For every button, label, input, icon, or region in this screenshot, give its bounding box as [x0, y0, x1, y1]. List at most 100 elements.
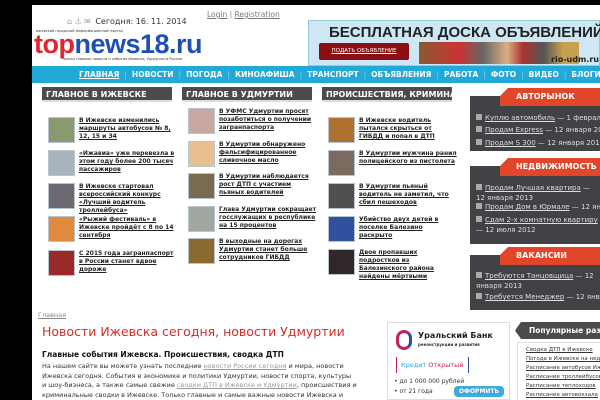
- news-item[interactable]: Убийство двух детей в поселке Балезино р…: [328, 216, 456, 246]
- popular-link[interactable]: Расписание автовокзала: [526, 392, 598, 398]
- news-item[interactable]: В УФМС Удмуртии просят позаботиться о по…: [188, 108, 316, 138]
- news-thumbnail[interactable]: [48, 250, 75, 276]
- news-thumbnail[interactable]: [188, 238, 215, 264]
- page-title: Новости Ижевска сегодня, новости Удмурти…: [42, 324, 345, 339]
- dtp-link[interactable]: сводки ДТП в Ижевске и Удмуртии: [177, 381, 297, 389]
- russia-news-link[interactable]: новости России сегодня: [204, 362, 287, 370]
- news-thumbnail[interactable]: [328, 150, 355, 176]
- popular-link[interactable]: Расписание автобусов Ижевска: [526, 365, 600, 371]
- classifieds-banner[interactable]: БЕСПЛАТНАЯ ДОСКА ОБЪЯВЛЕНИЙ ПОДАТЬ ОБЪЯВ…: [308, 20, 600, 66]
- news-item[interactable]: Глава Удмуртии сокращает госслужащих в р…: [188, 206, 316, 236]
- popular-link[interactable]: Сводка ДТП в Ижевске: [526, 347, 593, 353]
- nav-item[interactable]: БЛОГИ: [566, 70, 600, 79]
- credit-label: Кредит: [401, 361, 429, 369]
- section-header: ГЛАВНОЕ В УДМУРТИИ: [182, 87, 312, 102]
- news-item[interactable]: В Ижевске водитель пытался скрыться от Г…: [328, 117, 456, 147]
- apply-button[interactable]: ОФОРМИТЬ: [454, 386, 504, 397]
- home-icon[interactable]: ⌂: [67, 17, 72, 26]
- classified-link[interactable]: Требуется Менеджер: [485, 293, 564, 301]
- news-thumbnail[interactable]: [48, 183, 75, 209]
- news-thumbnail[interactable]: [188, 173, 215, 199]
- bank-ad[interactable]: Уральский Банк реконструкции и развития …: [387, 322, 510, 400]
- nav-item[interactable]: ОБЪЯВЛЕНИЯ: [366, 70, 436, 79]
- news-item[interactable]: «Рыжий фестиваль» в Ижевске пройдёт с 8 …: [48, 216, 176, 246]
- bank-name: Уральский Банк: [418, 331, 493, 340]
- news-link[interactable]: В Удмуртии обнаружено фальсифицированное…: [219, 141, 317, 165]
- classifieds-tab[interactable]: НЕДВИЖИМОСТЬ: [500, 158, 600, 176]
- news-link[interactable]: В Ижевске водитель пытался скрыться от Г…: [359, 117, 457, 141]
- news-link[interactable]: В Удмуртии мужчина ранил полицейского из…: [359, 150, 457, 166]
- login-link[interactable]: Login: [207, 10, 227, 19]
- classified-link[interactable]: Сдам 2-х комнатную квартиру: [485, 216, 598, 224]
- popular-header: Популярные разделы: [515, 322, 600, 339]
- news-thumbnail[interactable]: [328, 216, 355, 242]
- classified-link[interactable]: Продам Express: [485, 126, 543, 134]
- news-item[interactable]: С 2015 года загранпаспорт в России стане…: [48, 250, 176, 280]
- news-item[interactable]: «Ижавиа» уже перевезла в этом году более…: [48, 150, 176, 180]
- news-link[interactable]: В Удмуртии пьяный водитель не заметил, ч…: [359, 183, 457, 207]
- popular-link[interactable]: Расписание троллейбусов: [526, 374, 600, 380]
- popular-link[interactable]: Погода в Ижевске на неделю: [526, 356, 600, 362]
- classified-date: — 12 января 2013: [535, 139, 600, 147]
- logo-tagline-bottom: только главные новости и события Ижевска…: [62, 57, 182, 61]
- news-thumbnail[interactable]: [48, 117, 75, 143]
- news-link[interactable]: В УФМС Удмуртии просят позаботиться о по…: [219, 108, 317, 132]
- news-thumbnail[interactable]: [188, 108, 215, 134]
- news-link[interactable]: С 2015 года загранпаспорт в России стане…: [79, 250, 177, 274]
- ad-bullet: • до 1 000 000 рублей: [394, 378, 465, 385]
- classified-date: — 12 июля 2012: [476, 226, 536, 234]
- nav-item[interactable]: ГЛАВНАЯ: [74, 70, 124, 79]
- sitemap-icon[interactable]: ⏃: [74, 17, 82, 26]
- news-item[interactable]: В Удмуртии обнаружено фальсифицированное…: [188, 141, 316, 171]
- registration-link[interactable]: Registration: [235, 10, 280, 19]
- mail-icon[interactable]: ✉: [84, 17, 91, 26]
- nav-item[interactable]: ТРАНСПОРТ: [302, 70, 363, 79]
- news-item[interactable]: В Удмуртии мужчина ранил полицейского из…: [328, 150, 457, 180]
- news-item[interactable]: Двое пропавших подростков из Балезинског…: [328, 249, 457, 281]
- news-thumbnail[interactable]: [48, 216, 75, 242]
- page: ⌂ ⏃ ✉ Сегодня: 16. 11. 2014 Login | Regist…: [32, 5, 600, 400]
- news-link[interactable]: Глава Удмуртии сокращает госслужащих в р…: [219, 206, 317, 230]
- nav-item[interactable]: КИНОАФИША: [230, 70, 300, 79]
- classifieds-tab[interactable]: АВТОРЫНОК: [500, 88, 600, 106]
- news-thumbnail[interactable]: [328, 249, 355, 275]
- classifieds-tab[interactable]: ВАКАНСИИ: [500, 247, 600, 265]
- breadcrumb[interactable]: Главная: [38, 311, 66, 319]
- classified-date: — 12 января 2013: [545, 126, 600, 134]
- classified-link[interactable]: Продам S 300: [485, 139, 536, 147]
- news-thumbnail[interactable]: [328, 183, 355, 209]
- news-link[interactable]: Убийство двух детей в поселке Балезино р…: [359, 216, 457, 240]
- nav-item[interactable]: НОВОСТИ: [127, 70, 179, 79]
- nav-item[interactable]: РАБОТА: [439, 70, 483, 79]
- classified-link[interactable]: Продам Дом в Юрмале: [485, 203, 570, 211]
- news-link[interactable]: «Ижавиа» уже перевезла в этом году более…: [79, 150, 177, 174]
- main-nav: ГЛАВНАЯ | НОВОСТИ | ПОГОДА | КИНОАФИША | ТРАНСПО…: [32, 66, 600, 83]
- news-thumbnail[interactable]: [188, 141, 215, 167]
- bank-logo-icon: [396, 330, 412, 350]
- classified-link[interactable]: Продам Лучшая квартира: [485, 184, 581, 192]
- news-thumbnail[interactable]: [48, 150, 75, 176]
- popular-link[interactable]: Расписание теплоходов: [526, 383, 596, 389]
- news-link[interactable]: «Рыжий фестиваль» в Ижевске пройдёт с 8 …: [79, 216, 177, 240]
- news-link[interactable]: Двое пропавших подростков из Балезинског…: [359, 249, 457, 281]
- nav-item[interactable]: ФОТО: [486, 70, 521, 79]
- news-item[interactable]: В Удмуртии наблюдается рост ДТП с участи…: [188, 173, 316, 203]
- nav-item[interactable]: ПОГОДА: [181, 70, 227, 79]
- news-item[interactable]: В выходные на дорогах Удмуртии станет бо…: [188, 238, 316, 268]
- news-item[interactable]: В Ижевске стартовал всероссийский конкур…: [48, 183, 177, 215]
- news-link[interactable]: В Ижевске стартовал всероссийский конкур…: [79, 183, 177, 215]
- news-thumbnail[interactable]: [328, 117, 355, 143]
- classified-link[interactable]: Куплю автомобиль: [485, 114, 555, 122]
- news-link[interactable]: В выходные на дорогах Удмуртии станет бо…: [219, 238, 317, 262]
- submit-ad-button[interactable]: ПОДАТЬ ОБЪЯВЛЕНИЕ: [319, 43, 409, 60]
- nav-item[interactable]: ВИДЕО: [524, 70, 564, 79]
- classified-item: Продам Лучшая квартира — 12 января 2013: [476, 183, 600, 203]
- news-thumbnail[interactable]: [188, 206, 215, 232]
- news-item[interactable]: В Удмуртии пьяный водитель не заметил, ч…: [328, 183, 456, 213]
- classified-link[interactable]: Требуются Танцовщица: [485, 272, 573, 280]
- news-item[interactable]: В Ижевске изменились маршруты автобусов …: [48, 117, 176, 147]
- news-link[interactable]: В Удмуртии наблюдается рост ДТП с участи…: [219, 173, 317, 197]
- section-header: ПРОИСШЕСТВИЯ, КРИМИНАЛ: [322, 87, 452, 102]
- news-link[interactable]: В Ижевске изменились маршруты автобусов …: [79, 117, 177, 141]
- logo[interactable]: topnews18.ru: [34, 31, 203, 58]
